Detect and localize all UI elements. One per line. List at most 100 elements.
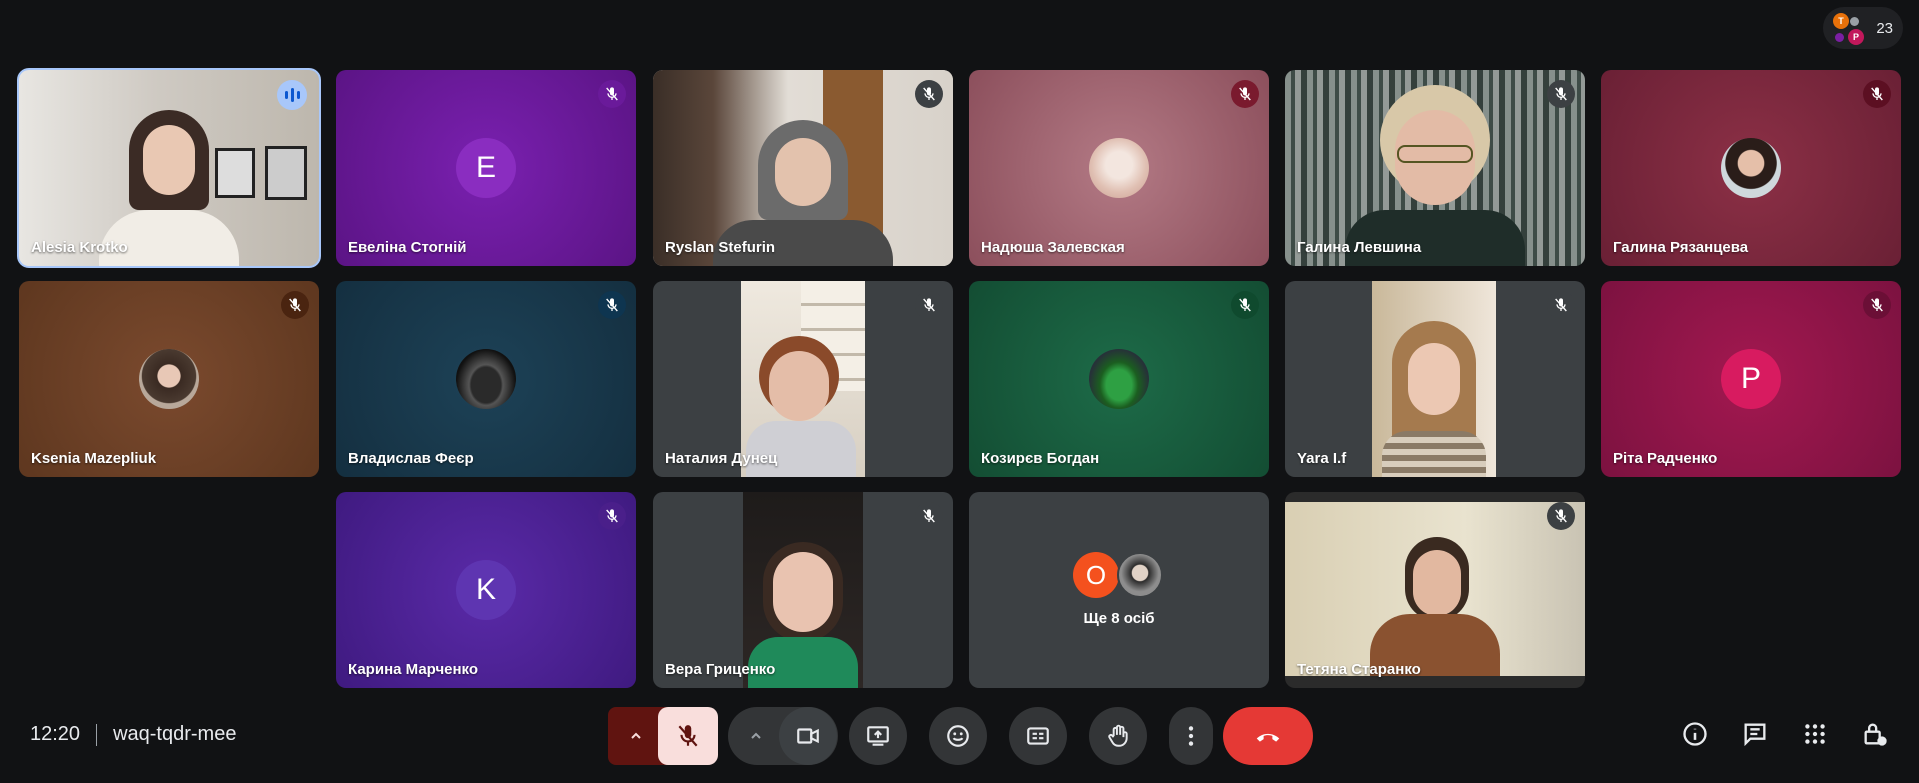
participant-tile[interactable]: Тетяна Старанко (1285, 492, 1585, 688)
avatar (139, 349, 199, 409)
participant-tile[interactable]: P Ріта Радченко (1601, 281, 1901, 477)
participant-tile[interactable]: K Карина Марченко (336, 492, 636, 688)
phone-hangup-icon (1256, 733, 1280, 742)
participant-tile[interactable]: Ksenia Mazepliuk (19, 281, 319, 477)
participants-button[interactable]: T P 23 (1823, 7, 1903, 49)
avatar: O (1073, 552, 1119, 598)
chevron-up-icon (751, 732, 761, 739)
person-face (775, 138, 831, 206)
apps-grid-icon (1805, 724, 1825, 744)
mic-off-icon (915, 80, 943, 108)
avatar (1117, 552, 1163, 598)
person-face (773, 552, 833, 632)
avatar (456, 349, 516, 409)
info-icon (1683, 722, 1707, 746)
meeting-info: 12:20 waq-tqdr-mee (30, 723, 236, 746)
mic-off-icon (1231, 80, 1259, 108)
mini-avatar (1850, 17, 1859, 26)
participant-tile[interactable]: Alesia Krotko (17, 68, 321, 268)
participant-tile[interactable]: Надюша Залевская (969, 70, 1269, 266)
video-camera-icon (797, 728, 819, 744)
participant-tile[interactable]: Ryslan Stefurin (653, 70, 953, 266)
participant-avatars: T P (1833, 11, 1866, 45)
participant-name: Ріта Радченко (1613, 450, 1718, 467)
host-controls-button[interactable] (1851, 710, 1899, 758)
mic-off-icon (915, 291, 943, 319)
captions-icon (1027, 727, 1049, 745)
more-participants-tile[interactable]: O Ще 8 осіб (969, 492, 1269, 688)
participant-name: Евеліна Стогній (348, 239, 467, 256)
wall-frame (265, 146, 307, 200)
participant-name: Ryslan Stefurin (665, 239, 776, 256)
participant-name: Вера Гриценко (665, 661, 776, 678)
person-face (1413, 550, 1461, 616)
participant-name: Владислав Феєр (348, 450, 474, 467)
participant-name: Карина Марченко (348, 661, 479, 678)
person-face (143, 125, 195, 195)
participant-tile[interactable]: Вера Гриценко (653, 492, 953, 688)
mic-off-icon (1547, 291, 1575, 319)
mic-off-icon (1547, 502, 1575, 530)
mic-off-icon (1863, 291, 1891, 319)
microphone-toggle-button[interactable] (658, 707, 718, 765)
participant-name: Галина Рязанцева (1613, 239, 1749, 256)
more-participants-label: Ще 8 осіб (1083, 610, 1155, 627)
person-body (99, 210, 239, 266)
person-body (1345, 210, 1525, 266)
participant-name: Тетяна Старанко (1297, 661, 1421, 678)
participant-name: Наталия Дунец (665, 450, 778, 467)
clock: 12:20 (30, 723, 81, 745)
participant-name: Козирєв Богдан (981, 450, 1100, 467)
video-feed (1372, 281, 1496, 477)
participant-count: 23 (1876, 19, 1893, 37)
video-feed (1285, 502, 1585, 676)
avatar: K (456, 560, 516, 620)
video-feed (741, 281, 865, 477)
mic-off-icon (1863, 80, 1891, 108)
more-vert-icon (1188, 726, 1194, 746)
hand-icon (1108, 724, 1128, 747)
mini-avatar: T (1833, 13, 1849, 29)
more-options-button[interactable] (1169, 707, 1213, 765)
present-screen-icon (867, 726, 889, 746)
avatar (1089, 349, 1149, 409)
mini-avatar: P (1848, 29, 1864, 45)
person-body (746, 421, 856, 477)
divider (96, 723, 98, 746)
raise-hand-button[interactable] (1089, 707, 1147, 765)
participant-tile[interactable]: Галина Левшина (1285, 70, 1585, 266)
meeting-details-button[interactable] (1671, 710, 1719, 758)
mic-off-icon (915, 502, 943, 530)
participant-tile[interactable]: Yara I.f (1285, 281, 1585, 477)
wall-frame (215, 148, 255, 198)
participant-name: Надюша Залевская (981, 239, 1125, 256)
lock-settings-icon (1864, 723, 1887, 746)
video-feed (743, 492, 863, 688)
chat-icon (1744, 723, 1766, 747)
person-face (769, 351, 829, 421)
mini-avatar (1835, 33, 1844, 42)
mic-off-icon (1547, 80, 1575, 108)
participant-name: Yara I.f (1297, 450, 1347, 467)
speaking-indicator-icon (277, 80, 307, 110)
end-call-button[interactable] (1223, 707, 1313, 765)
chevron-up-icon (631, 732, 641, 739)
activities-button[interactable] (1791, 710, 1839, 758)
person-glasses (1397, 145, 1473, 163)
meeting-code: waq-tqdr-mee (113, 723, 237, 745)
participant-tile[interactable]: E Евеліна Стогній (336, 70, 636, 266)
emoji-icon (947, 725, 969, 747)
present-screen-button[interactable] (849, 707, 907, 765)
mic-off-icon (1231, 291, 1259, 319)
participant-tile[interactable]: Козирєв Богдан (969, 281, 1269, 477)
camera-toggle-button[interactable] (779, 707, 837, 765)
captions-button[interactable] (1009, 707, 1067, 765)
participant-tile[interactable]: Наталия Дунец (653, 281, 953, 477)
avatar: P (1721, 349, 1781, 409)
participant-tile[interactable]: Владислав Феєр (336, 281, 636, 477)
person-face (1408, 343, 1460, 415)
chat-button[interactable] (1731, 710, 1779, 758)
reactions-button[interactable] (929, 707, 987, 765)
participant-tile[interactable]: Галина Рязанцева (1601, 70, 1901, 266)
avatar (1089, 138, 1149, 198)
